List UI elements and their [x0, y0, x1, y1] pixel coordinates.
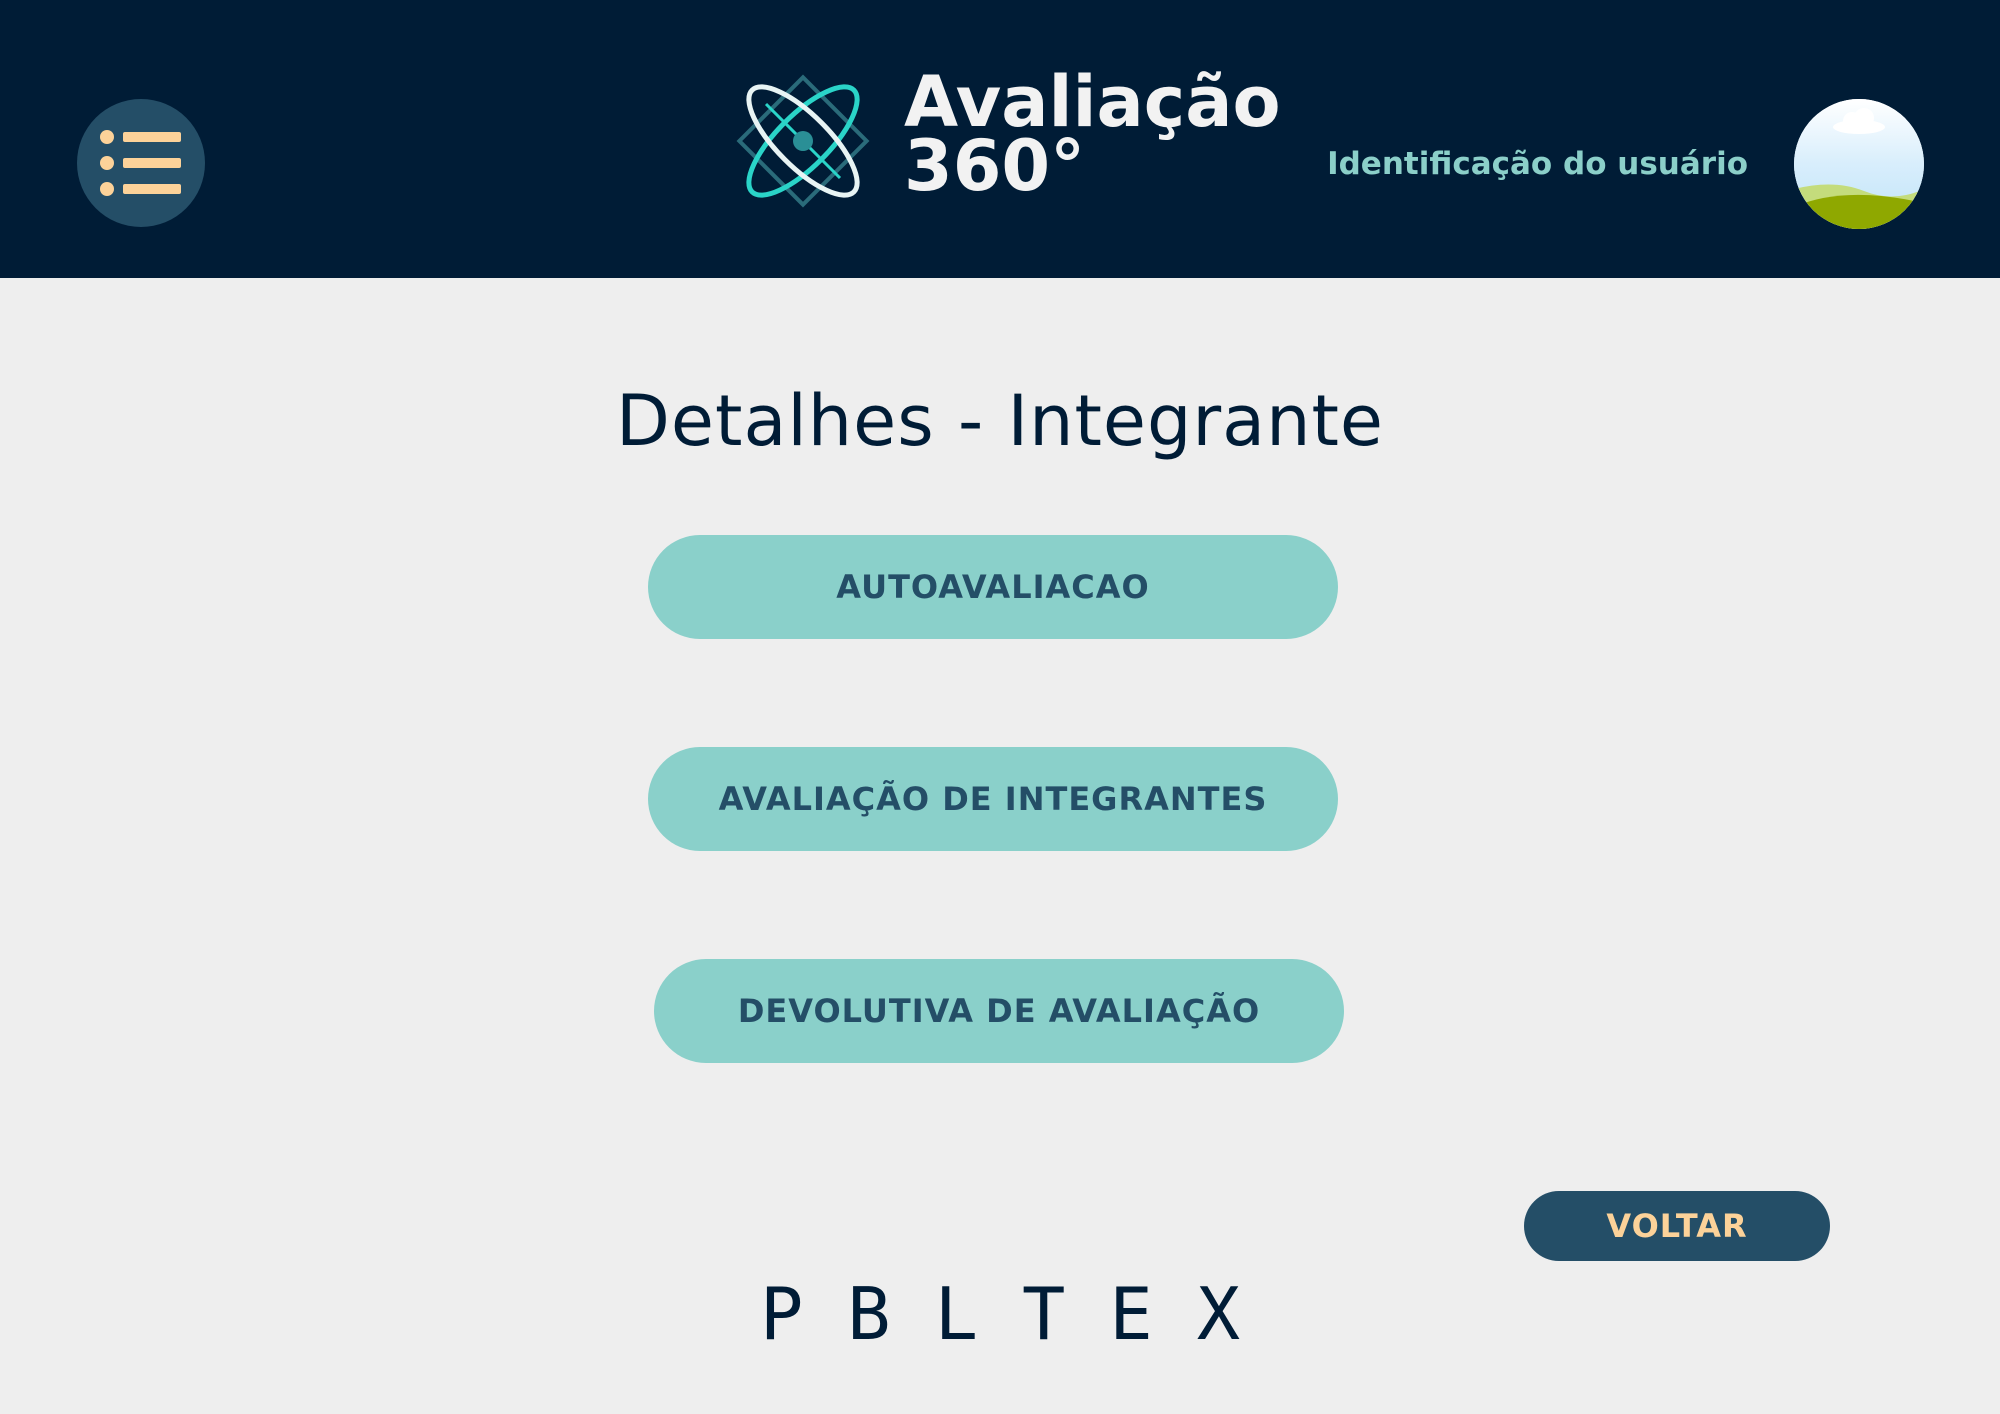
atom-logo-icon [726, 64, 880, 218]
app-header: Avaliação 360° Identificação do usuário [0, 0, 2000, 278]
app-logo-text: Avaliação 360° [904, 67, 1281, 207]
list-menu-icon [100, 130, 181, 196]
avatar[interactable] [1794, 99, 1924, 229]
avaliacao-integrantes-button[interactable]: AVALIAÇÃO DE INTEGRANTES [648, 747, 1338, 851]
footer-brand-logo: PBLTEX [759, 1272, 1285, 1356]
page-title: Detalhes - Integrante [616, 380, 1384, 462]
app-name-line2: 360° [904, 125, 1086, 207]
autoavaliacao-button[interactable]: AUTOAVALIACAO [648, 535, 1338, 639]
devolutiva-avaliacao-button[interactable]: DEVOLUTIVA DE AVALIAÇÃO [654, 959, 1344, 1063]
menu-button[interactable] [77, 99, 205, 227]
back-button[interactable]: VOLTAR [1524, 1191, 1830, 1261]
landscape-avatar-icon [1794, 99, 1924, 229]
user-identification-label[interactable]: Identificação do usuário [1327, 146, 1748, 182]
